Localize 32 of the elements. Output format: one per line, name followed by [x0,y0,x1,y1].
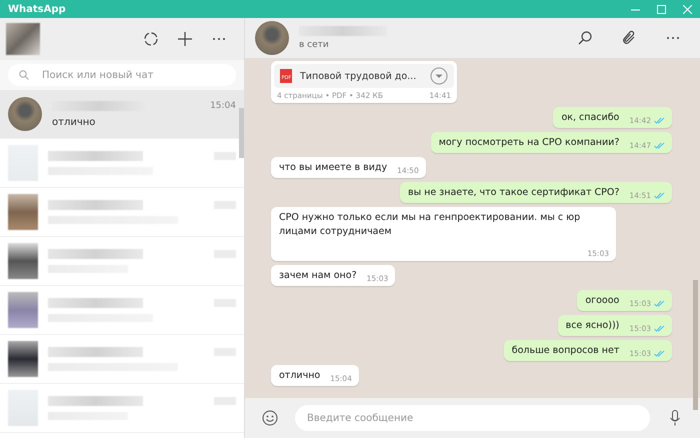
blurred-avatar [8,292,38,328]
message-text: могу посмотреть на СРО компании? [438,136,620,150]
blurred-avatar[interactable] [6,23,40,55]
message-text: СРО нужно только если мы на генпроектировании. мы с юр лицами сотрудничаем [279,211,582,239]
scrollbar[interactable] [693,280,698,410]
avatar-photo[interactable] [255,21,289,55]
message-text: отлично [279,369,320,383]
blurred-avatar [8,341,38,377]
message-text: вы не знаете, что такое сертификат СРО? [408,186,620,200]
message-text: зачем нам оно? [279,269,357,283]
chat-list-item[interactable]: 15:04 отлично [0,90,244,139]
blurred-avatar [8,194,38,230]
close-icon[interactable] [682,4,692,14]
blurred-avatar [8,390,38,426]
scrollbar[interactable] [239,108,244,158]
message-text: больше вопросов нет [512,344,620,358]
message-text: ок, спасибо [561,111,620,125]
message-field[interactable]: Введите сообщение [295,405,650,431]
window-title: WhatsApp [8,4,67,14]
document-title: Типовой трудовой до... [300,70,418,82]
search-icon [19,70,29,80]
message-text: что вы имеете в виду [279,161,388,175]
message-preview: отлично [52,116,96,128]
maximize-icon[interactable] [656,4,666,14]
message-text: все ясно))) [566,319,620,333]
message-text: огоооо [585,294,620,308]
avatar-photo [8,97,42,131]
blurred-avatar [8,243,38,279]
download-icon[interactable] [430,67,448,85]
chat-time: 15:04 [210,100,236,110]
search-field[interactable]: Поиск или новый чат [8,64,236,86]
contact-status: в сети [299,40,330,50]
